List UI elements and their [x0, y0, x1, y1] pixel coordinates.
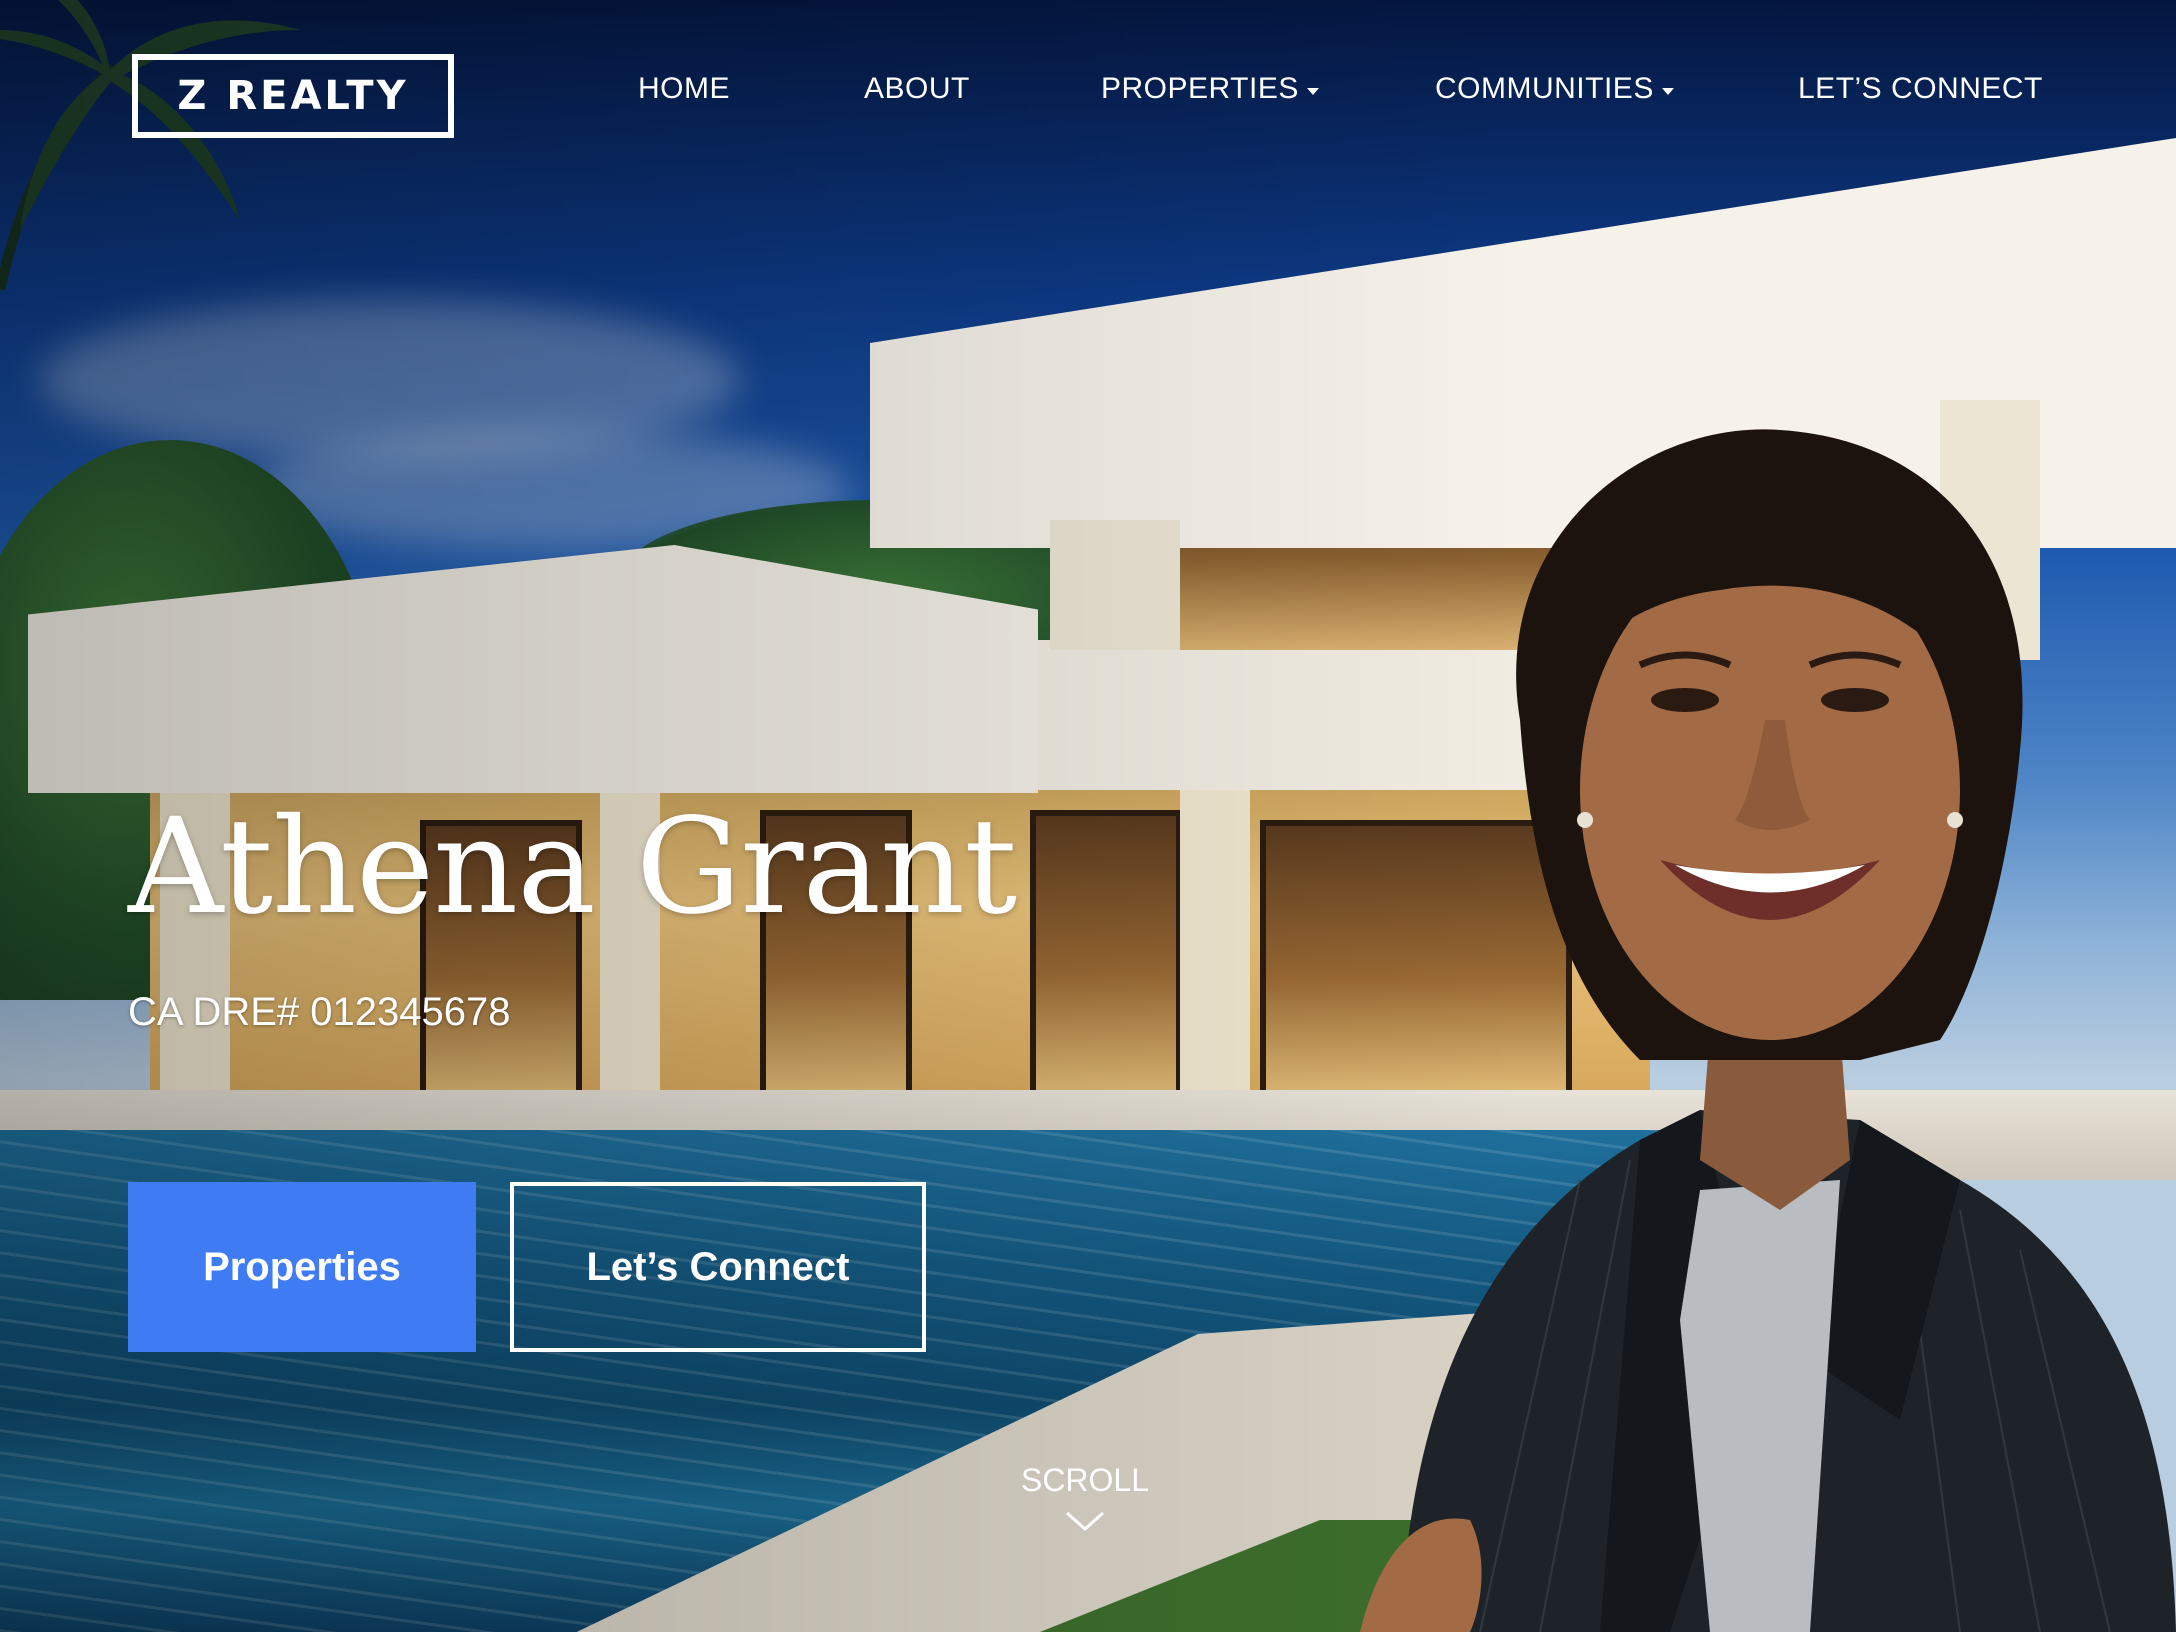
nav-item-communities[interactable]: COMMUNITIES: [1435, 72, 1674, 106]
scroll-indicator[interactable]: SCROLL: [990, 1462, 1180, 1533]
nav-label: ABOUT: [864, 72, 970, 105]
nav-label: COMMUNITIES: [1435, 72, 1654, 105]
nav-label: LET’S CONNECT: [1798, 72, 2043, 105]
hero-section: Z REALTY HOME ABOUT PROPERTIES COMMUNITI…: [0, 0, 2176, 1632]
nav-label: PROPERTIES: [1101, 72, 1299, 105]
nav-item-lets-connect[interactable]: LET’S CONNECT: [1798, 72, 2043, 106]
lets-connect-button[interactable]: Let’s Connect: [510, 1182, 926, 1352]
chevron-down-icon: [1306, 87, 1319, 95]
agent-portrait: [1360, 429, 2176, 1632]
nav-item-about[interactable]: ABOUT: [864, 72, 970, 106]
nav-label: HOME: [638, 72, 730, 105]
nav-item-home[interactable]: HOME: [638, 72, 730, 106]
chevron-down-icon: [1661, 87, 1674, 95]
license-number: CA DRE# 012345678: [128, 990, 511, 1034]
nav-item-properties[interactable]: PROPERTIES: [1101, 72, 1319, 106]
chevron-down-icon: [1066, 1511, 1104, 1532]
properties-button[interactable]: Properties: [128, 1182, 476, 1352]
main-nav: HOME ABOUT PROPERTIES COMMUNITIES LET’S …: [0, 72, 2176, 116]
scroll-label: SCROLL: [1020, 1462, 1150, 1498]
agent-name: Athena Grant: [128, 790, 1017, 944]
